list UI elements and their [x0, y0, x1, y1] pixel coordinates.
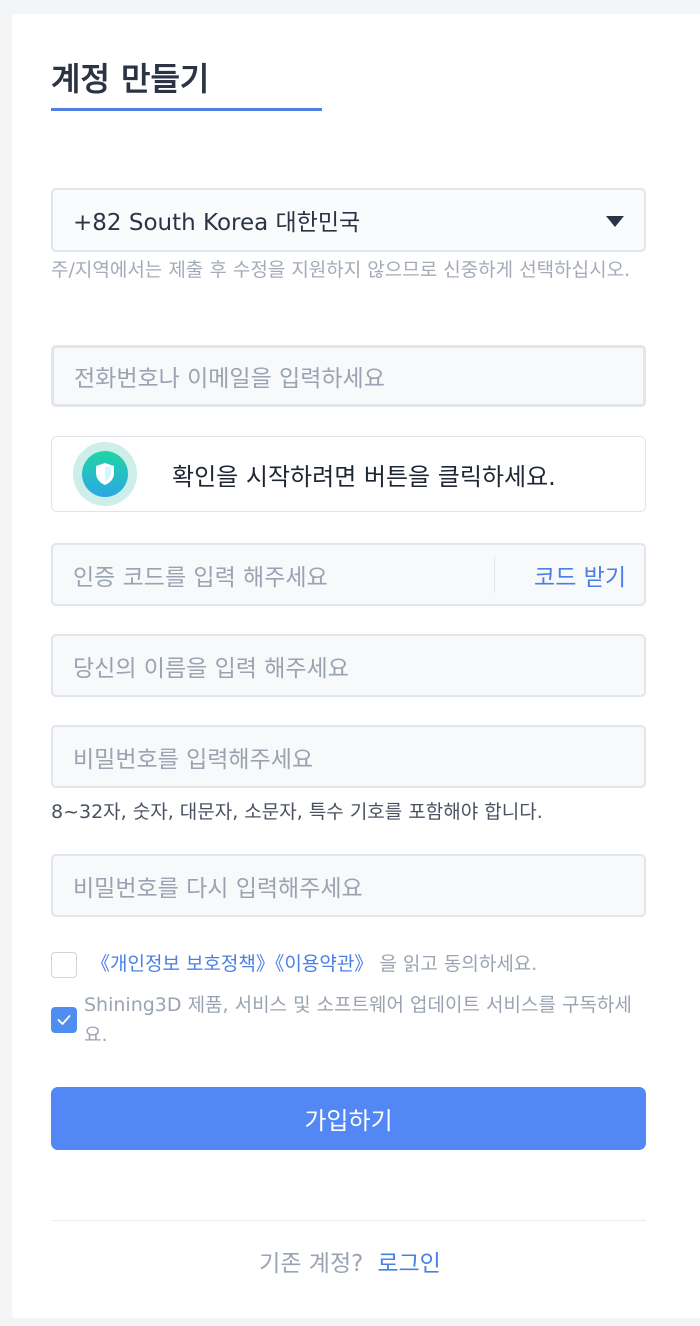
terms-link[interactable]: 《이용약관》: [275, 953, 373, 975]
region-select[interactable]: +82 South Korea 대한민국: [51, 188, 646, 252]
privacy-policy-link[interactable]: 《개인정보 보호정책》: [91, 953, 275, 975]
get-code-button[interactable]: 코드 받기: [534, 545, 626, 604]
password-placeholder: 비밀번호를 입력해주세요: [73, 746, 314, 773]
agree-text: 《개인정보 보호정책》《이용약관》 을 읽고 동의하세요.: [91, 950, 537, 979]
existing-account-text: 기존 계정?: [259, 1251, 364, 1277]
shield-icon: [73, 442, 137, 506]
login-link[interactable]: 로그인: [377, 1244, 440, 1278]
name-input[interactable]: 당신의 이름을 입력 해주세요: [51, 634, 646, 697]
divider: [494, 557, 495, 593]
page-title: 계정 만들기: [51, 60, 210, 98]
subscribe-checkbox[interactable]: [51, 1007, 77, 1033]
title-underline: [51, 108, 322, 111]
password-confirm-input[interactable]: 비밀번호를 다시 입력해주세요: [51, 854, 646, 917]
agree-suffix: 을 읽고 동의하세요.: [379, 953, 538, 975]
checkmark-icon: [57, 1015, 71, 1025]
verification-code-placeholder: 인증 코드를 입력 해주세요: [73, 564, 328, 591]
caret-down-icon: [606, 216, 624, 227]
verification-code-input[interactable]: 인증 코드를 입력 해주세요 코드 받기: [51, 543, 646, 606]
name-placeholder: 당신의 이름을 입력 해주세요: [73, 655, 349, 682]
captcha-label: 확인을 시작하려면 버튼을 클릭하세요.: [172, 462, 556, 491]
subscribe-text: Shining3D 제품, 서비스 및 소프트웨어 업데이트 서비스를 구독하세…: [84, 994, 632, 1046]
phone-email-placeholder: 전화번호나 이메일을 입력하세요: [74, 366, 385, 392]
captcha-button[interactable]: 확인을 시작하려면 버튼을 클릭하세요.: [51, 436, 646, 512]
signup-button[interactable]: 가입하기: [51, 1087, 646, 1150]
password-input[interactable]: 비밀번호를 입력해주세요: [51, 725, 646, 788]
password-hint: 8~32자, 숫자, 대문자, 소문자, 특수 기호를 포함해야 합니다.: [51, 801, 543, 823]
login-row: 기존 계정? 로그인: [0, 1244, 700, 1278]
divider: [51, 1220, 646, 1221]
region-hint: 주/지역에서는 제출 후 수정을 지원하지 않으므로 신중하게 선택하십시오.: [51, 259, 631, 281]
password-confirm-placeholder: 비밀번호를 다시 입력해주세요: [73, 875, 363, 902]
region-select-value: +82 South Korea 대한민국: [73, 210, 361, 236]
agree-checkbox[interactable]: [51, 952, 77, 978]
phone-email-input[interactable]: 전화번호나 이메일을 입력하세요: [51, 345, 646, 407]
